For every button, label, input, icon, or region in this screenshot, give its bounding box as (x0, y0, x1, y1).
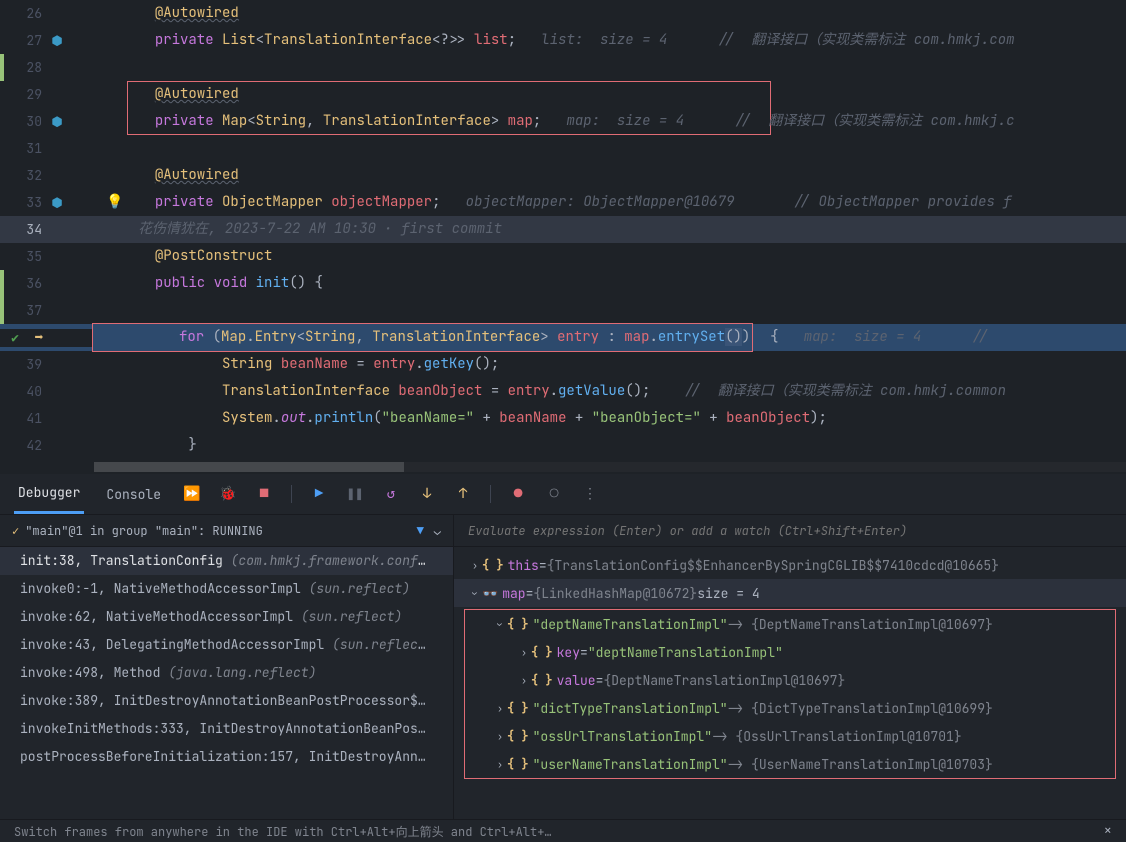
filter-icon[interactable]: ▼ (417, 523, 424, 539)
code-line-33[interactable]: 33⬢💡 private ObjectMapper objectMapper; … (0, 189, 1126, 216)
code-line-40[interactable]: 40 TranslationInterface beanObject = ent… (0, 378, 1126, 405)
check-icon: ✓ (12, 523, 19, 539)
expand-icon[interactable]: › (494, 617, 507, 631)
collapse-icon[interactable]: › (469, 586, 482, 600)
execution-pointer-icon: ➡ (30, 329, 48, 347)
object-icon: { } (507, 616, 529, 632)
code-line-32[interactable]: 32 @Autowired (0, 162, 1126, 189)
code-line-41[interactable]: 41 System.out.println("beanName=" + bean… (0, 405, 1126, 432)
mute-breakpoints-icon[interactable]: ◯ (545, 485, 563, 503)
annotation: @Autowired (155, 4, 239, 22)
frame-item[interactable]: invoke:43, DelegatingMethodAccessorImpl … (0, 631, 453, 659)
stop-icon[interactable]: ■ (255, 485, 273, 503)
code-line-26[interactable]: 26 @Autowired (0, 0, 1126, 27)
code-line-36[interactable]: 36 public void init() { (0, 270, 1126, 297)
tab-debugger[interactable]: Debugger (14, 474, 84, 514)
var-this[interactable]: ›{ }this = {TranslationConfig$$EnhancerB… (454, 551, 1126, 579)
thread-header[interactable]: ✓ "main"@1 in group "main": RUNNING ▼ ⌄ (0, 515, 453, 547)
line-number: 27 (6, 27, 42, 54)
pause-icon[interactable]: ❚❚ (346, 485, 364, 503)
step-into-icon[interactable]: ↺ (382, 485, 400, 503)
frame-item[interactable]: invoke0:-1, NativeMethodAccessorImpl (su… (0, 575, 453, 603)
bean-icon[interactable]: ⬢ (48, 194, 66, 212)
code-line-30[interactable]: 30⬢ private Map<String, TranslationInter… (0, 108, 1126, 135)
comment: // 翻译接口（实现类需标注 com.hmkj.com (718, 31, 1015, 49)
frame-item[interactable]: invoke:389, InitDestroyAnnotationBeanPos… (0, 687, 453, 715)
code-line-42[interactable]: 42 } (0, 432, 1126, 459)
code-line-38-execution[interactable]: ✔➡ for (Map.Entry<String, TranslationInt… (0, 324, 1126, 351)
tab-console[interactable]: Console (102, 476, 165, 513)
highlight-box-vars: ›{ }"deptNameTranslationImpl" -> {DeptNa… (464, 609, 1116, 779)
object-icon: { } (482, 557, 504, 573)
tip-text: Switch frames from anywhere in the IDE w… (14, 823, 552, 840)
frame-item[interactable]: invokeInitMethods:333, InitDestroyAnnota… (0, 715, 453, 743)
var-entry-value[interactable]: ›{ }value = {DeptNameTranslationImpl@106… (465, 666, 1115, 694)
frame-item[interactable]: init:38, TranslationConfig (com.hmkj.fra… (0, 547, 453, 575)
git-blame-hint: 花伤情犹在, 2023-7-22 AM 10:30 · first commit (138, 220, 502, 238)
code-line-34[interactable]: 34 花伤情犹在, 2023-7-22 AM 10:30 · first com… (0, 216, 1126, 243)
inline-hint: list: size = 4 (541, 31, 667, 49)
code-line-29[interactable]: 29 @Autowired (0, 81, 1126, 108)
tip-bar: Switch frames from anywhere in the IDE w… (0, 819, 1126, 842)
breakpoints-icon[interactable]: ● (509, 485, 527, 503)
var-entry-key[interactable]: ›{ }key = "deptNameTranslationImpl" (465, 638, 1115, 666)
line-number: 26 (6, 0, 42, 27)
expand-icon[interactable]: › (493, 758, 507, 771)
object-icon: { } (507, 728, 529, 744)
step-down-icon[interactable]: ↓ (418, 485, 436, 503)
bean-icon[interactable]: ⬢ (48, 113, 66, 131)
step-over-icon[interactable]: ▶ (310, 485, 328, 503)
frame-item[interactable]: invoke:498, Method (java.lang.reflect) (0, 659, 453, 687)
debug-panel: Debugger Console ⏩ 🐞 ■ ▶ ❚❚ ↺ ↓ ↑ ● ◯ ⋮ … (0, 474, 1126, 842)
frame-item[interactable]: invoke:62, NativeMethodAccessorImpl (sun… (0, 603, 453, 631)
frame-item[interactable]: postProcessBeforeInitialization:157, Ini… (0, 743, 453, 771)
object-icon: { } (507, 700, 529, 716)
evaluate-expression-input[interactable] (468, 523, 1112, 539)
code-editor[interactable]: 26 @Autowired 27⬢ private List<Translati… (0, 0, 1126, 474)
resume-icon[interactable]: ⏩ (183, 485, 201, 503)
var-map-entry[interactable]: ›{ }"ossUrlTranslationImpl" -> {OssUrlTr… (465, 722, 1115, 750)
code-line-27[interactable]: 27⬢ private List<TranslationInterface<?>… (0, 27, 1126, 54)
expand-icon[interactable]: › (493, 702, 507, 715)
thread-label: "main"@1 in group "main": RUNNING (25, 523, 263, 539)
code-line-35[interactable]: 35 @PostConstruct (0, 243, 1126, 270)
bean-icon[interactable]: ⬢ (48, 32, 66, 50)
watch-icon: 👓 (482, 585, 498, 602)
debug-toolbar: Debugger Console ⏩ 🐞 ■ ▶ ❚❚ ↺ ↓ ↑ ● ◯ ⋮ (0, 474, 1126, 515)
frames-list[interactable]: init:38, TranslationConfig (com.hmkj.fra… (0, 547, 453, 819)
bug-icon[interactable]: 🐞 (219, 485, 237, 503)
more-icon[interactable]: ⋮ (581, 485, 599, 503)
chevron-down-icon[interactable]: ⌄ (434, 523, 441, 539)
frames-pane: ✓ "main"@1 in group "main": RUNNING ▼ ⌄ in… (0, 515, 454, 819)
watch-input[interactable] (454, 515, 1126, 547)
breakpoint-verified-icon[interactable]: ✔ (6, 329, 24, 347)
var-map-entry[interactable]: ›{ }"dictTypeTranslationImpl" -> {DictTy… (465, 694, 1115, 722)
var-map[interactable]: ›👓map = {LinkedHashMap@10672} size = 4 (454, 579, 1126, 607)
step-out-icon[interactable]: ↑ (454, 485, 472, 503)
var-map-entry[interactable]: ›{ }"deptNameTranslationImpl" -> {DeptNa… (465, 610, 1115, 638)
close-icon[interactable]: × (1104, 822, 1112, 840)
variables-pane: ›{ }this = {TranslationConfig$$EnhancerB… (454, 515, 1126, 819)
code-line-39[interactable]: 39 String beanName = entry.getKey(); (0, 351, 1126, 378)
horizontal-scrollbar[interactable] (94, 462, 1126, 472)
expand-icon[interactable]: › (468, 559, 482, 572)
object-icon: { } (507, 756, 529, 772)
variables-list[interactable]: ›{ }this = {TranslationConfig$$EnhancerB… (454, 547, 1126, 819)
expand-icon[interactable]: › (493, 730, 507, 743)
var-map-entry[interactable]: ›{ }"userNameTranslationImpl" -> {UserNa… (465, 750, 1115, 778)
